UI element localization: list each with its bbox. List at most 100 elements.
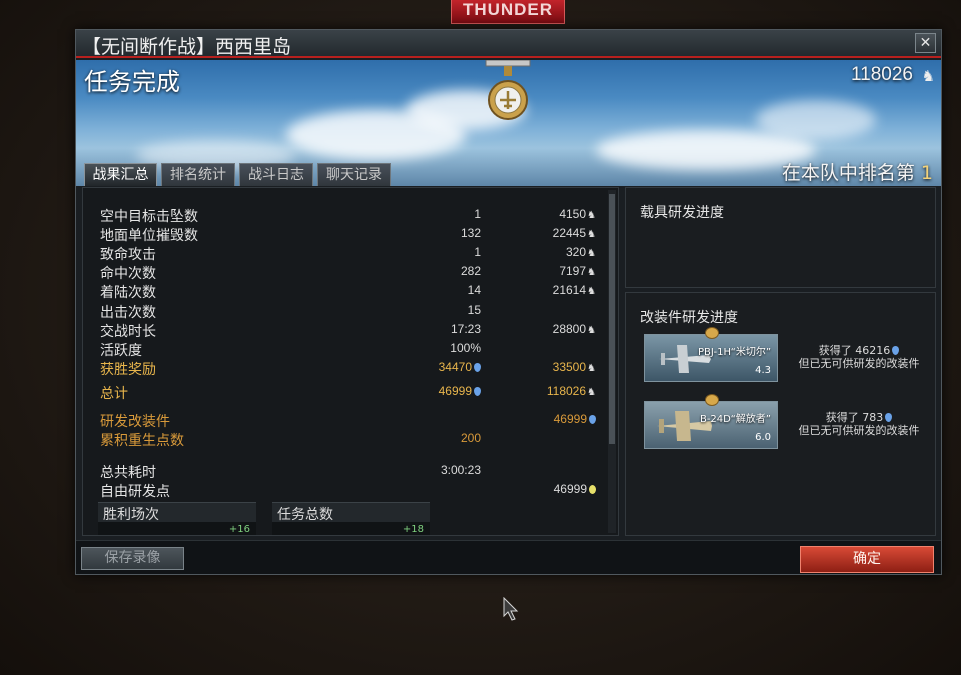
stat-count: 15 [468, 303, 481, 317]
confirm-button[interactable]: 确定 [800, 546, 934, 573]
stat-reward: 33500♞ [553, 360, 596, 374]
stat-reward: 320♞ [566, 245, 596, 259]
scrollbar-thumb[interactable] [609, 194, 615, 444]
vehicle-research-panel: 载具研发进度 [625, 187, 936, 288]
stat-count: 200 [461, 431, 481, 445]
research-point-icon [474, 387, 481, 396]
stat-reward-value: 7197 [559, 264, 587, 278]
unit-rank-icon [705, 327, 719, 339]
stat-label: 命中次数 [100, 266, 156, 282]
stats-scrollbar[interactable] [608, 190, 616, 533]
unit-gain: 获得了 46216 [818, 344, 891, 357]
stat-label: 出击次数 [100, 305, 156, 321]
stat-reward: 21614♞ [553, 283, 596, 297]
stat-label: 获胜奖励 [100, 362, 156, 378]
tab-battle-log[interactable]: 战斗日志 [239, 163, 313, 186]
stat-count: 282 [461, 264, 481, 278]
unit-note: 但已无可供研发的改装件 [798, 424, 920, 437]
stats-panel[interactable]: 空中目标击坠数 1 4150♞ 地面单位摧毁数 132 22445♞ 致命攻击 1 320♞ 命中… [82, 187, 619, 536]
stat-row: 获胜奖励 34470 33500♞ [83, 359, 613, 378]
stat-reward: 118026♞ [547, 384, 596, 398]
stat-label: 总共耗时 [100, 465, 156, 481]
unit-battle-rating: 6.0 [755, 432, 771, 443]
tab-summary[interactable]: 战果汇总 [84, 163, 157, 186]
stat-label: 自由研发点 [100, 484, 170, 500]
unit-card-b24[interactable]: B-24D“解放者” 6.0 [644, 394, 778, 449]
modification-research-panel: 改装件研发进度 PBJ-1H“米切尔” 4.3 获得了 46216 但已无可供研… [625, 292, 936, 536]
silver-lion-icon: ♞ [587, 286, 596, 297]
team-rank: 在本队中排名第 1 [782, 158, 933, 185]
free-research-point-icon [589, 485, 596, 494]
stat-row: 着陆次数 14 21614♞ [83, 282, 613, 301]
research-point-icon [474, 363, 481, 372]
unit-info-b24: 获得了 783 但已无可供研发的改装件 [786, 411, 932, 437]
unit-rank-icon [705, 394, 719, 406]
silver-lion-icon: ♞ [921, 67, 935, 85]
wins-delta: +16 [228, 524, 250, 535]
stat-count: 34470 [439, 360, 481, 374]
silver-lion-icon: ♞ [587, 229, 596, 240]
stat-count: 1 [474, 207, 481, 221]
stat-count: 17:23 [451, 322, 481, 336]
unit-gain: 获得了 783 [825, 411, 884, 424]
close-button[interactable]: ✕ [915, 33, 936, 53]
stat-count-value: 1 [474, 245, 481, 259]
stat-label: 致命攻击 [100, 247, 156, 263]
stat-row: 总共耗时 3:00:23 [83, 462, 613, 481]
stat-reward-value: 46999 [553, 412, 587, 426]
stat-reward-value: 46999 [553, 482, 587, 496]
window-titlebar: 【无间断作战】西西里岛 ✕ [76, 30, 941, 58]
tab-chat[interactable]: 聊天记录 [317, 163, 391, 186]
missions-box: 任务总数 +18 [272, 502, 430, 535]
stat-label: 空中目标击坠数 [100, 209, 198, 225]
stat-row: 累积重生点数 200 [83, 430, 613, 449]
research-point-icon [885, 413, 893, 422]
stat-reward: 28800♞ [553, 322, 596, 336]
stat-reward: 46999 [554, 482, 596, 496]
stat-label: 地面单位摧毁数 [100, 228, 198, 244]
mouse-cursor-icon [503, 597, 519, 621]
rank-label: 在本队中排名第 [781, 162, 915, 184]
stat-row: 地面单位摧毁数 132 22445♞ [83, 225, 613, 244]
stat-reward-value: 22445 [552, 226, 587, 240]
stat-count-value: 1 [474, 207, 481, 221]
stat-count: 3:00:23 [441, 463, 481, 477]
wins-box: 胜利场次 +16 [98, 502, 256, 535]
stat-count-value: 14 [467, 283, 481, 297]
stat-reward-value: 118026 [546, 384, 587, 398]
stat-row: 研发改装件 46999 [83, 411, 613, 430]
window-title: 【无间断作战】西西里岛 [82, 36, 292, 58]
stat-count-value: 34470 [438, 360, 472, 374]
stat-reward-value: 4150 [559, 207, 587, 221]
silver-lion-icon: ♞ [587, 248, 596, 259]
silver-lion-icon: ♞ [587, 363, 596, 374]
missions-delta: +18 [402, 524, 424, 535]
stat-label: 活跃度 [100, 343, 142, 359]
vehicle-research-title: 载具研发进度 [640, 205, 724, 221]
research-point-icon [589, 415, 596, 424]
stat-count-value: 200 [460, 431, 481, 445]
tab-ranking[interactable]: 排名统计 [161, 163, 235, 186]
unit-name: PBJ-1H“米切尔” [698, 347, 771, 358]
research-point-icon [892, 346, 900, 355]
stat-row: 总计 46999 118026♞ [83, 383, 613, 402]
stat-row: 活跃度 100% [83, 340, 613, 359]
stat-row: 交战时长 17:23 28800♞ [83, 321, 613, 340]
mission-result-window: 【无间断作战】西西里岛 ✕ 任务完成 118026 ♞ 在本队中排名第 1 战果汇… [75, 29, 942, 575]
stat-reward-value: 28800 [552, 322, 587, 336]
stat-row: 致命攻击 1 320♞ [83, 244, 613, 263]
stat-count-value: 132 [460, 226, 481, 240]
stat-reward: 4150♞ [559, 207, 596, 221]
mission-complete-heading: 任务完成 [84, 68, 180, 96]
rank-value: 1 [920, 162, 933, 184]
bottom-action-bar: 保存录像 确定 [76, 540, 941, 574]
save-replay-button[interactable]: 保存录像 [81, 547, 184, 570]
stat-count-value: 15 [467, 303, 481, 317]
stat-count: 100% [450, 341, 481, 355]
stat-row: 空中目标击坠数 1 4150♞ [83, 206, 613, 225]
stat-count-value: 46999 [438, 384, 472, 398]
stat-count-value: 282 [460, 264, 481, 278]
stat-count-value: 17:23 [450, 322, 481, 336]
stat-count: 132 [461, 226, 481, 240]
unit-card-pbj[interactable]: PBJ-1H“米切尔” 4.3 [644, 327, 778, 382]
